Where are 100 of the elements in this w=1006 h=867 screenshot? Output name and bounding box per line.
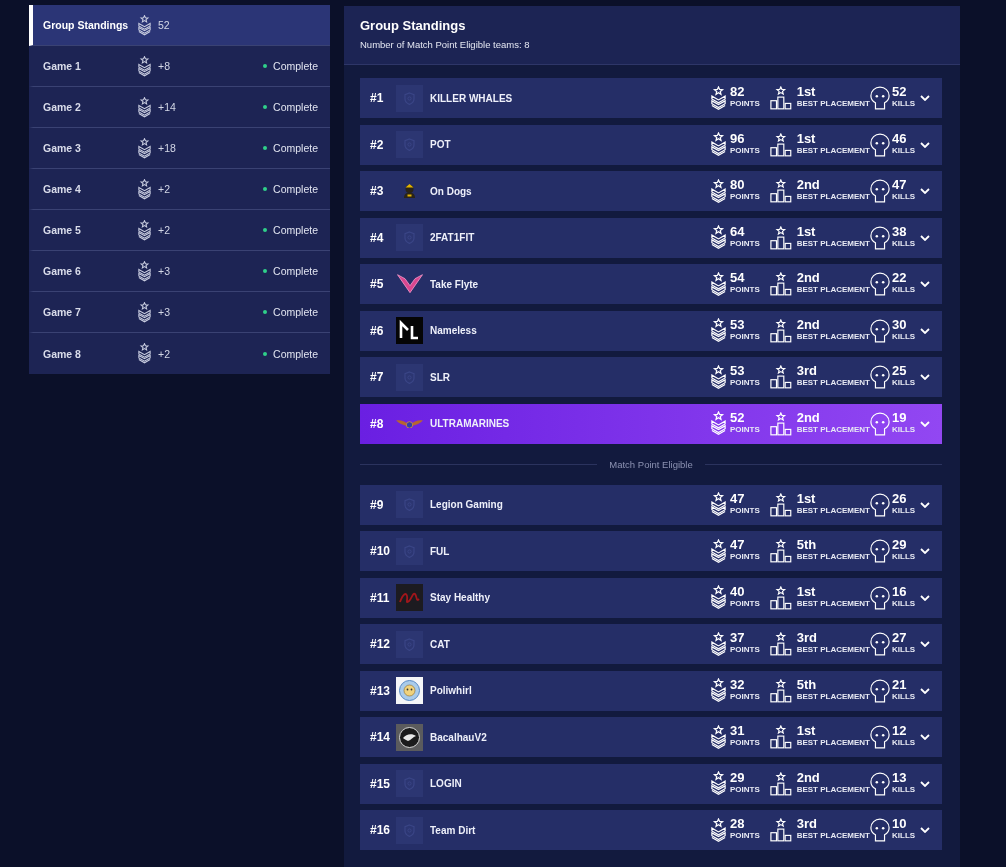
team-name: BacalhauV2 [430,731,487,743]
rank-chevrons-icon [710,225,727,250]
skull-icon [870,818,890,842]
podium-star-icon [770,771,792,796]
skull-icon [870,272,890,296]
chevron-down-icon[interactable] [920,687,930,694]
winged-crest-icon [396,418,423,429]
podium-star-icon [770,725,792,749]
panel-title: Group Standings [360,18,467,34]
kills-value: 29 [892,538,907,552]
team-row[interactable]: #4 2FAT1FIT 64 POINTS 1st BEST PLACEMENT 38 KILLS [360,217,942,258]
rank-number: #5 [370,277,385,291]
chevron-down-icon[interactable] [920,188,930,194]
chevron-down-icon[interactable] [920,234,930,241]
points-value: +3 [158,265,171,277]
points-value: 96 [730,131,745,146]
points-value: 53 [730,364,745,378]
shield-placeholder-icon [396,84,423,112]
status-dot-icon [263,228,268,232]
points-label: POINTS [730,238,760,248]
podium-star-icon [770,86,792,110]
sidebar-item[interactable]: Game 2 +14 Complete [29,87,330,128]
kills-label: KILLS [892,192,916,201]
team-row[interactable]: #14 BacalhauV2 31 POINTS 1st BEST PLACEMENT 12 KILLS [360,717,942,757]
item-label: Game 3 [43,142,82,154]
points-value: 64 [730,224,745,239]
scribble-tile-icon [396,584,423,611]
chevron-down-icon[interactable] [920,281,930,287]
sidebar-item[interactable]: Game 3 +18 Complete [29,128,330,169]
sidebar-item[interactable]: Game 8 +2 Complete [29,333,330,374]
sidebar-item[interactable]: Game 5 +2 Complete [29,210,330,251]
kills-value: 10 [892,817,907,831]
kills-label: KILLS [892,331,916,341]
kills-label: KILLS [892,831,916,840]
team-row[interactable]: #9 Legion Gaming 47 POINTS 1st BEST PLACEMENT 26 KILLS [360,484,942,525]
skull-icon [870,725,890,749]
status-text: Complete [273,347,318,360]
rank-number: #15 [370,776,392,791]
shield-placeholder-icon [396,770,423,797]
team-row[interactable]: #16 Team Dirt 28 POINTS 3rd BEST PLACEMENT 10 KILLS [360,810,942,850]
podium-star-icon [770,492,792,517]
chevron-down-icon[interactable] [920,827,930,833]
sidebar-item[interactable]: Game 6 +3 Complete [29,251,330,292]
points-label: POINTS [730,505,760,515]
sidebar-item[interactable]: Game 7 +3 Complete [29,292,330,333]
team-row[interactable]: #6 Nameless 53 POINTS 2nd BEST PLACEMENT 30 KILLS [360,310,942,351]
points-label: POINTS [730,424,760,434]
points-label: POINTS [730,192,760,201]
chevron-down-icon[interactable] [920,594,930,601]
points-label: POINTS [730,145,760,155]
rank-number: #2 [370,137,385,152]
status-dot-icon [263,187,268,191]
status-dot-icon [263,351,268,356]
chevron-down-icon[interactable] [920,374,930,380]
kills-label: KILLS [892,691,916,701]
team-name: Take Flyte [430,278,479,290]
team-name: KILLER WHALES [430,92,513,104]
kills-value: 12 [892,724,907,738]
team-row[interactable]: #7 SLR 53 POINTS 3rd BEST PLACEMENT 25 KILLS [360,357,942,397]
team-row[interactable]: #12 CAT 37 POINTS 3rd BEST PLACEMENT 27 KILLS [360,624,942,664]
team-name: SLR [430,371,450,383]
chevron-down-icon[interactable] [920,95,930,101]
placement-value: 5th [796,538,817,552]
chevron-down-icon[interactable] [920,780,930,787]
team-row[interactable]: #2 POT 96 POINTS 1st BEST PLACEMENT 46 KILLS [360,124,942,165]
team-row[interactable]: #15 LOGIN 29 POINTS 2nd BEST PLACEMENT 13 KILLS [360,763,942,804]
sidebar-item[interactable]: Group Standings 52 [29,5,330,46]
rank-number: #7 [370,370,385,384]
chevron-down-icon[interactable] [920,734,930,740]
skull-icon [870,632,890,656]
shield-placeholder-icon [396,630,423,658]
team-row[interactable]: #10 FUL 47 POINTS 5th BEST PLACEMENT 29 KILLS [360,531,942,571]
points-value: 82 [730,85,745,99]
status-text: Complete [273,265,318,277]
kills-value: 27 [892,631,907,645]
sidebar-item[interactable]: Game 1 +8 Complete [29,46,330,87]
chevron-down-icon[interactable] [920,141,930,148]
podium-star-icon [770,318,792,343]
team-row[interactable]: #5 Take Flyte 54 POINTS 2nd BEST PLACEMENT 22 KILLS [360,264,942,304]
status-text: Complete [273,224,318,236]
item-label: Game 1 [43,60,82,72]
team-name: On Dogs [430,185,472,197]
team-row[interactable]: #11 Stay Healthy 40 POINTS 1st BEST PLACEMENT 16 KILLS [360,577,942,618]
placement-value: 1st [796,724,816,738]
placement-value: 2nd [796,178,820,192]
chevron-down-icon[interactable] [920,641,930,647]
skull-icon [870,771,890,796]
sidebar-item[interactable]: Game 4 +2 Complete [29,169,330,210]
placement-value: 1st [796,224,816,239]
team-row[interactable]: #1 KILLER WHALES 82 POINTS 1st BEST PLACEMENT 52 KILLS [360,78,942,118]
chevron-down-icon[interactable] [920,501,930,508]
shield-placeholder-icon [396,537,423,565]
chevron-down-icon[interactable] [920,327,930,334]
team-row[interactable]: #13 Poliwhirl 32 POINTS 5th BEST PLACEMENT 21 KILLS [360,670,942,711]
kills-value: 19 [892,410,907,425]
chevron-down-icon[interactable] [920,548,930,554]
status-dot-icon [263,146,268,150]
points-label: POINTS [730,645,760,654]
team-row[interactable]: #8 ULTRAMARINES 52 POINTS 2nd BEST PLACEMENT 19 KILLS [360,403,942,444]
team-row[interactable]: #3 On Dogs 80 POINTS 2nd BEST PLACEMENT 47 KILLS [360,171,942,211]
